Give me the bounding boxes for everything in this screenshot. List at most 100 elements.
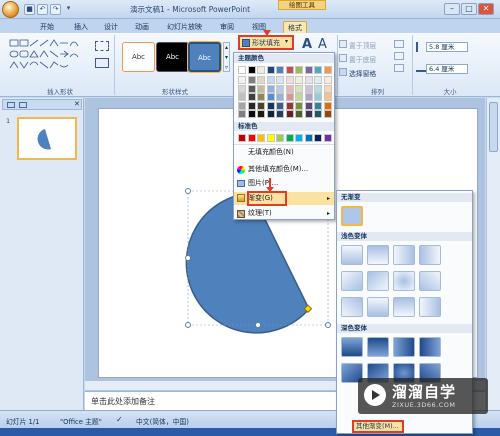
standard-color-swatch[interactable] [238,134,246,142]
tab-home[interactable]: 开始 [36,21,58,33]
theme-color-swatch[interactable] [238,76,246,84]
tab-insert[interactable]: 插入 [70,21,92,33]
theme-color-swatch[interactable] [266,66,275,74]
theme-color-swatch[interactable] [276,66,284,74]
style-gallery-scroll[interactable]: ▴ ▾ ▿ [223,42,230,72]
theme-color-swatch[interactable] [314,93,322,101]
theme-color-swatch[interactable] [323,84,332,93]
theme-color-swatch[interactable] [323,76,332,84]
standard-color-swatch[interactable] [257,134,265,142]
resize-handle[interactable] [325,322,331,328]
theme-color-swatch[interactable] [295,76,303,84]
light-gradient-option[interactable] [367,271,389,291]
align-group-icons[interactable] [394,40,408,76]
dark-gradient-option[interactable] [419,337,441,357]
theme-color-swatch[interactable] [304,110,313,118]
theme-color-swatch[interactable] [295,84,303,93]
style-preset-blue[interactable]: Abc [188,42,221,72]
standard-color-swatch[interactable] [266,134,275,142]
resize-handle[interactable] [255,322,261,328]
tab-format[interactable]: 格式 [283,21,307,33]
theme-color-swatch[interactable] [285,84,294,93]
slide-thumbnail[interactable] [17,117,77,160]
text-fill-icon[interactable]: A [302,37,312,52]
theme-color-swatch[interactable] [257,93,265,101]
light-gradient-option[interactable] [393,245,415,265]
light-gradient-option[interactable] [341,297,363,317]
theme-color-swatch[interactable] [323,110,332,118]
theme-color-swatch[interactable] [266,84,275,93]
theme-color-swatch[interactable] [257,110,265,118]
resize-handle[interactable] [185,322,191,328]
theme-color-swatch[interactable] [266,110,275,118]
theme-color-swatch[interactable] [285,76,294,84]
theme-color-swatch[interactable] [266,101,275,110]
theme-color-swatch[interactable] [295,101,303,110]
light-gradient-option[interactable] [367,245,389,265]
theme-color-swatch[interactable] [285,101,294,110]
resize-handle[interactable] [185,255,191,261]
height-input[interactable]: 5.8 厘米 [426,42,468,52]
resize-handle[interactable] [185,188,191,194]
theme-color-swatch[interactable] [238,93,246,101]
theme-color-swatch[interactable] [323,66,332,74]
more-fill-colors-item[interactable]: 其他填充颜色(M)... [234,163,334,176]
theme-color-swatch[interactable] [276,84,284,93]
width-input[interactable]: 6.4 厘米 [426,64,468,74]
theme-color-swatch[interactable] [257,84,265,93]
theme-color-swatch[interactable] [238,66,246,74]
close-pane-icon[interactable]: ✕ [74,100,80,108]
theme-color-swatch[interactable] [266,93,275,101]
standard-color-swatch[interactable] [323,134,332,142]
theme-color-swatch[interactable] [247,110,256,118]
theme-color-swatch[interactable] [314,101,322,110]
theme-color-swatch[interactable] [304,101,313,110]
close-button[interactable]: ✕ [478,3,494,15]
light-gradient-option[interactable] [419,297,441,317]
theme-color-swatch[interactable] [276,110,284,118]
dark-gradient-option[interactable] [341,337,363,357]
theme-color-swatch[interactable] [304,76,313,84]
edit-shape-icon[interactable] [95,41,109,51]
theme-color-swatch[interactable] [247,101,256,110]
light-gradient-option[interactable] [341,271,363,291]
tab-design[interactable]: 设计 [100,21,122,33]
theme-color-swatch[interactable] [257,66,265,74]
light-gradient-option[interactable] [341,245,363,265]
theme-color-swatch[interactable] [238,110,246,118]
light-gradient-option[interactable] [393,297,415,317]
save-icon[interactable]: ■ [24,4,35,15]
tab-slideshow[interactable]: 幻灯片放映 [163,21,206,33]
theme-color-swatch[interactable] [247,76,256,84]
theme-color-swatch[interactable] [257,101,265,110]
no-fill-item[interactable]: 无填充颜色(N) [234,146,334,159]
more-gradients-item[interactable]: 其他渐变(M)... [352,420,404,433]
office-button[interactable] [2,1,19,18]
theme-color-swatch[interactable] [247,93,256,101]
theme-color-swatch[interactable] [238,84,246,93]
light-gradient-option[interactable] [419,271,441,291]
spellcheck-icon[interactable]: ✓ [116,415,123,424]
theme-color-swatch[interactable] [285,110,294,118]
light-gradient-option[interactable] [419,245,441,265]
theme-color-swatch[interactable] [238,101,246,110]
dark-gradient-option[interactable] [367,337,389,357]
outline-tab-icon[interactable] [19,102,27,108]
theme-color-swatch[interactable] [314,84,322,93]
selection-pane-button[interactable]: 选择窗格 [349,68,376,78]
theme-color-swatch[interactable] [276,76,284,84]
no-gradient-option[interactable] [341,206,363,226]
standard-color-swatch[interactable] [314,134,322,142]
shape-fill-button[interactable]: 形状填充 ▾ [238,35,294,50]
standard-color-swatch[interactable] [304,134,313,142]
texture-item[interactable]: 纹理(T) ▸ [234,207,334,220]
theme-color-swatch[interactable] [295,93,303,101]
style-preset-orange-outline[interactable]: Abc [122,42,155,72]
tab-animations[interactable]: 动画 [131,21,153,33]
theme-color-swatch[interactable] [314,110,322,118]
theme-color-swatch[interactable] [285,93,294,101]
bring-to-front-button[interactable]: 置于顶层 [349,40,376,50]
theme-color-swatch[interactable] [247,66,256,74]
theme-color-swatch[interactable] [276,93,284,101]
dark-gradient-option[interactable] [393,337,415,357]
